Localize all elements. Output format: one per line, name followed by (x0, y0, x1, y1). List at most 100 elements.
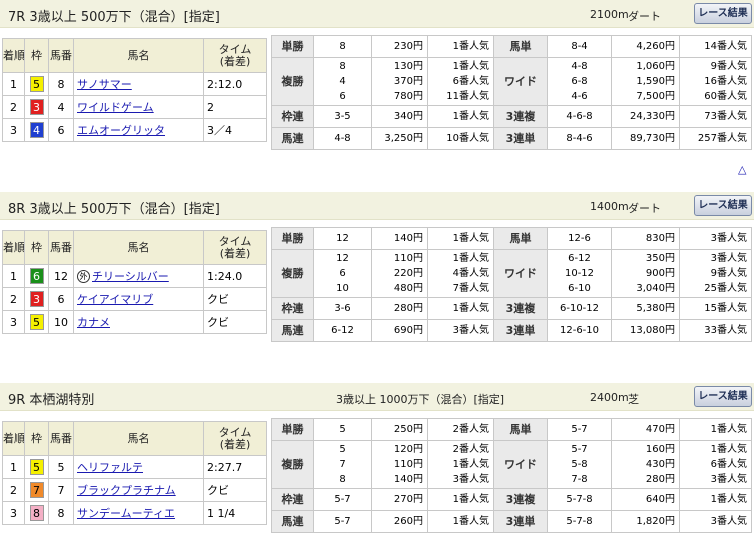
popularity: 1番人気 (427, 105, 494, 128)
result-row: 2 3 6 ケイアイマリブ クビ (2, 287, 267, 311)
race-header: 7R 3歳以上 500万下（混合）[指定] 2100m ダート レース結果 (0, 0, 754, 28)
popularity: 9番人気 (710, 61, 747, 72)
popularity: 60番人気 (704, 91, 747, 102)
payout: 110円 (393, 459, 423, 470)
time: 1:24.0 (203, 264, 267, 288)
bet-type: 3連単 (493, 510, 548, 533)
race-distance: 2100m (590, 8, 629, 21)
combo: 3-6 (313, 297, 372, 320)
time: 1 1/4 (203, 501, 267, 525)
bet-type: 馬単 (493, 35, 548, 58)
scroll-top-icon[interactable]: △ (738, 163, 746, 176)
col-horse: 馬名 (73, 421, 204, 456)
horse-number: 7 (48, 478, 74, 502)
combo: 5-8 (571, 459, 588, 470)
payout: 340円 (371, 105, 428, 128)
payout: 4,260円 (611, 35, 680, 58)
race-distance: 2400m (590, 391, 629, 404)
combo: 4-6 (571, 91, 588, 102)
result-row: 2 7 7 ブラックプラチナム クビ (2, 478, 267, 502)
combo: 3-5 (313, 105, 372, 128)
payout: 260円 (371, 510, 428, 533)
popularity: 1番人気 (427, 297, 494, 320)
payout: 370円 (393, 76, 423, 87)
rank: 1 (2, 72, 25, 96)
bet-type: 3連複 (493, 488, 548, 511)
horse-name-link[interactable]: カナメ (77, 316, 110, 329)
payout-row: 単勝 5 250円 2番人気 馬単 5-7 470円 1番人気 (271, 418, 752, 441)
bet-type: 馬連 (271, 127, 314, 150)
frame-badge: 3 (29, 291, 44, 307)
result-row: 1 5 5 ヘリファルテ 2:27.7 (2, 455, 267, 479)
combo: 6 (339, 268, 346, 279)
horse-name-link[interactable]: チリーシルバー (92, 270, 169, 283)
race-result-button[interactable]: レース結果 (694, 195, 752, 216)
rank: 3 (2, 501, 25, 525)
race-header: 8R 3歳以上 500万下（混合）[指定] 1400m ダート レース結果 (0, 192, 754, 220)
popularity: 3番人気 (427, 319, 494, 342)
horse-name-link[interactable]: ワイルドゲーム (77, 101, 154, 114)
combo: 6-8 (571, 76, 588, 87)
combo: 4 (339, 76, 346, 87)
frame-badge: 3 (29, 99, 44, 115)
race-section-8r: 8R 3歳以上 500万下（混合）[指定] 1400m ダート レース結果 着順… (0, 192, 754, 352)
col-rank: 着順 (2, 230, 25, 265)
time: 2:12.0 (203, 72, 267, 96)
payout-row: 枠連 3-5 340円 1番人気 3連複 4-6-8 24,330円 73番人気 (271, 105, 752, 128)
race-result-button[interactable]: レース結果 (694, 3, 752, 24)
bet-type: 3連複 (493, 105, 548, 128)
combo: 4-8 (313, 127, 372, 150)
time: 3／4 (203, 118, 267, 142)
frame-badge: 4 (29, 122, 44, 138)
popularity: 1番人気 (710, 444, 747, 455)
popularity: 1番人気 (427, 510, 494, 533)
payout-row: 単勝 8 230円 1番人気 馬単 8-4 4,260円 14番人気 (271, 35, 752, 58)
popularity: 3番人気 (679, 510, 752, 533)
bet-type: 複勝 (271, 440, 314, 489)
payout-table: 単勝 5 250円 2番人気 馬単 5-7 470円 1番人気 複勝 5 7 8 1… (271, 418, 752, 533)
result-table: 着順 枠 馬番 馬名 タイム (着差) 1 5 8 サノサマー 2:12.0 2 … (2, 38, 267, 142)
popularity: 2番人気 (427, 418, 494, 441)
bet-type: 馬連 (271, 319, 314, 342)
popularity: 4番人気 (452, 268, 489, 279)
col-number: 馬番 (48, 230, 74, 265)
horse-name-link[interactable]: エムオーグリッタ (77, 124, 165, 137)
popularity: 3番人気 (710, 253, 747, 264)
horse-number: 8 (48, 72, 74, 96)
combo: 10-12 (564, 268, 595, 279)
horse-number: 8 (48, 501, 74, 525)
time: クビ (203, 287, 267, 311)
race-title: 9R 本栖湖特別 (8, 393, 95, 408)
combo: 6-12 (568, 253, 591, 264)
payout: 900円 (645, 268, 675, 279)
horse-number: 10 (48, 310, 74, 334)
col-frame: 枠 (24, 230, 49, 265)
horse-number: 5 (48, 455, 74, 479)
horse-name-link[interactable]: ヘリファルテ (77, 461, 143, 474)
payout-row: 単勝 12 140円 1番人気 馬単 12-6 830円 3番人気 (271, 227, 752, 250)
horse-number: 12 (48, 264, 74, 288)
frame-badge: 7 (29, 482, 44, 498)
horse-name-link[interactable]: ブラックプラチナム (77, 484, 176, 497)
result-table: 着順 枠 馬番 馬名 タイム (着差) 1 6 12 外チリーシルバー 1:24.… (2, 230, 267, 334)
payout: 120円 (393, 444, 423, 455)
payout: 220円 (393, 268, 423, 279)
col-rank: 着順 (2, 421, 25, 456)
popularity: 11番人気 (446, 91, 489, 102)
combo: 4-6-8 (547, 105, 612, 128)
payout: 13,080円 (611, 319, 680, 342)
bet-type: 複勝 (271, 57, 314, 106)
horse-name-link[interactable]: サノサマー (77, 78, 132, 91)
combo: 7-8 (571, 474, 588, 485)
rank: 1 (2, 455, 25, 479)
popularity: 10番人気 (427, 127, 494, 150)
race-result-button[interactable]: レース結果 (694, 386, 752, 407)
horse-name-link[interactable]: ケイアイマリブ (77, 293, 153, 306)
horse-name-link[interactable]: サンデームーティエ (77, 507, 175, 520)
foreign-horse-mark: 外 (77, 270, 90, 283)
popularity: 2番人気 (452, 444, 489, 455)
combo: 5 (339, 444, 346, 455)
payout-row: 枠連 3-6 280円 1番人気 3連複 6-10-12 5,380円 15番人… (271, 297, 752, 320)
popularity: 1番人気 (452, 459, 489, 470)
payout: 470円 (611, 418, 680, 441)
